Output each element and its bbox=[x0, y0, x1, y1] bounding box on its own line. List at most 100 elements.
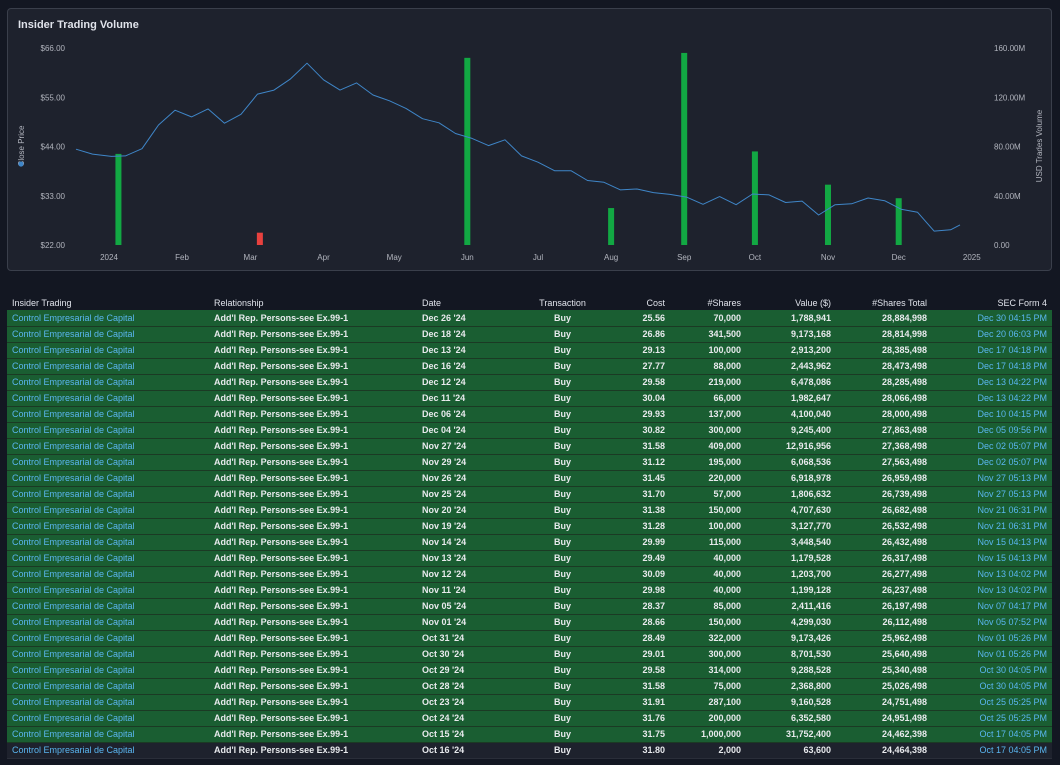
header-date[interactable]: Date bbox=[417, 295, 515, 310]
sec-form-4-link[interactable]: Oct 25 05:25 PM bbox=[979, 713, 1047, 723]
table-row[interactable]: Control Empresarial de Capital Add'l Rep.… bbox=[7, 390, 1052, 407]
sec-form-4-link[interactable]: Nov 15 04:13 PM bbox=[977, 537, 1047, 547]
sec-form-4-link[interactable]: Dec 13 04:22 PM bbox=[977, 393, 1047, 403]
table-row[interactable]: Control Empresarial de Capital Add'l Rep.… bbox=[7, 454, 1052, 471]
x-tick-label: Mar bbox=[244, 253, 258, 262]
insider-name-link[interactable]: Control Empresarial de Capital bbox=[12, 489, 135, 499]
table-row[interactable]: Control Empresarial de Capital Add'l Rep.… bbox=[7, 422, 1052, 439]
insider-name-link[interactable]: Control Empresarial de Capital bbox=[12, 569, 135, 579]
insider-name-link[interactable]: Control Empresarial de Capital bbox=[12, 457, 135, 467]
table-row[interactable]: Control Empresarial de Capital Add'l Rep.… bbox=[7, 326, 1052, 343]
table-row[interactable]: Control Empresarial de Capital Add'l Rep.… bbox=[7, 646, 1052, 663]
insider-name-link[interactable]: Control Empresarial de Capital bbox=[12, 505, 135, 515]
insider-name-link[interactable]: Control Empresarial de Capital bbox=[12, 473, 135, 483]
insider-name-link[interactable]: Control Empresarial de Capital bbox=[12, 377, 135, 387]
sec-form-4-link[interactable]: Nov 21 06:31 PM bbox=[977, 505, 1047, 515]
insider-name-link[interactable]: Control Empresarial de Capital bbox=[12, 697, 135, 707]
sec-form-4-link[interactable]: Oct 30 04:05 PM bbox=[979, 665, 1047, 675]
table-row[interactable]: Control Empresarial de Capital Add'l Rep.… bbox=[7, 486, 1052, 503]
insider-name-link[interactable]: Control Empresarial de Capital bbox=[12, 393, 135, 403]
insider-name-link[interactable]: Control Empresarial de Capital bbox=[12, 729, 135, 739]
insider-name-link[interactable]: Control Empresarial de Capital bbox=[12, 425, 135, 435]
relationship-cell: Add'l Rep. Persons-see Ex.99-1 bbox=[209, 502, 417, 519]
sec-form-4-link[interactable]: Oct 17 04:05 PM bbox=[979, 745, 1047, 755]
insider-name-link[interactable]: Control Empresarial de Capital bbox=[12, 361, 135, 371]
insider-name-link[interactable]: Control Empresarial de Capital bbox=[12, 409, 135, 419]
sec-form-4-link[interactable]: Nov 05 07:52 PM bbox=[977, 617, 1047, 627]
sec-form-4-link[interactable]: Nov 21 06:31 PM bbox=[977, 521, 1047, 531]
date-cell: Nov 20 '24 bbox=[417, 502, 515, 519]
header-shares[interactable]: #Shares bbox=[670, 295, 746, 310]
sec-form-4-link[interactable]: Nov 13 04:02 PM bbox=[977, 585, 1047, 595]
insider-name-link[interactable]: Control Empresarial de Capital bbox=[12, 649, 135, 659]
insider-name-link[interactable]: Control Empresarial de Capital bbox=[12, 633, 135, 643]
header-shares-total[interactable]: #Shares Total bbox=[836, 295, 932, 310]
sec-form-4-link[interactable]: Dec 05 09:56 PM bbox=[977, 425, 1047, 435]
table-row[interactable]: Control Empresarial de Capital Add'l Rep.… bbox=[7, 678, 1052, 695]
sec-form-4-link[interactable]: Oct 25 05:25 PM bbox=[979, 697, 1047, 707]
table-row[interactable]: Control Empresarial de Capital Add'l Rep.… bbox=[7, 598, 1052, 615]
insider-name-link[interactable]: Control Empresarial de Capital bbox=[12, 329, 135, 339]
sec-form-4-link[interactable]: Dec 17 04:18 PM bbox=[977, 361, 1047, 371]
shares-total-cell: 26,432,498 bbox=[836, 534, 932, 551]
table-row[interactable]: Control Empresarial de Capital Add'l Rep.… bbox=[7, 406, 1052, 423]
insider-name-link[interactable]: Control Empresarial de Capital bbox=[12, 713, 135, 723]
insider-name-link[interactable]: Control Empresarial de Capital bbox=[12, 537, 135, 547]
value-cell: 3,127,770 bbox=[746, 518, 836, 535]
table-row[interactable]: Control Empresarial de Capital Add'l Rep.… bbox=[7, 550, 1052, 567]
insider-name-link[interactable]: Control Empresarial de Capital bbox=[12, 553, 135, 563]
table-row[interactable]: Control Empresarial de Capital Add'l Rep.… bbox=[7, 742, 1052, 759]
insider-name-link[interactable]: Control Empresarial de Capital bbox=[12, 441, 135, 451]
sec-form-4-link[interactable]: Nov 01 05:26 PM bbox=[977, 633, 1047, 643]
table-row[interactable]: Control Empresarial de Capital Add'l Rep.… bbox=[7, 566, 1052, 583]
table-row[interactable]: Control Empresarial de Capital Add'l Rep.… bbox=[7, 662, 1052, 679]
header-cost[interactable]: Cost bbox=[610, 295, 670, 310]
sec-form-4-link[interactable]: Dec 13 04:22 PM bbox=[977, 377, 1047, 387]
x-tick-label: Apr bbox=[317, 253, 330, 262]
table-row[interactable]: Control Empresarial de Capital Add'l Rep.… bbox=[7, 582, 1052, 599]
header-insider-trading[interactable]: Insider Trading bbox=[7, 295, 209, 310]
sec-form-4-link[interactable]: Dec 02 05:07 PM bbox=[977, 441, 1047, 451]
table-row[interactable]: Control Empresarial de Capital Add'l Rep.… bbox=[7, 470, 1052, 487]
insider-name-link[interactable]: Control Empresarial de Capital bbox=[12, 521, 135, 531]
table-row[interactable]: Control Empresarial de Capital Add'l Rep.… bbox=[7, 358, 1052, 375]
table-row[interactable]: Control Empresarial de Capital Add'l Rep.… bbox=[7, 502, 1052, 519]
table-row[interactable]: Control Empresarial de Capital Add'l Rep.… bbox=[7, 342, 1052, 359]
insider-name-link[interactable]: Control Empresarial de Capital bbox=[12, 601, 135, 611]
insider-name-link[interactable]: Control Empresarial de Capital bbox=[12, 585, 135, 595]
header-relationship[interactable]: Relationship bbox=[209, 295, 417, 310]
sec-form-4-link[interactable]: Nov 27 05:13 PM bbox=[977, 489, 1047, 499]
header-sec-form-4[interactable]: SEC Form 4 bbox=[932, 295, 1052, 310]
insider-name-link[interactable]: Control Empresarial de Capital bbox=[12, 345, 135, 355]
table-row[interactable]: Control Empresarial de Capital Add'l Rep.… bbox=[7, 374, 1052, 391]
table-row[interactable]: Control Empresarial de Capital Add'l Rep.… bbox=[7, 438, 1052, 455]
sec-form-4-link[interactable]: Dec 02 05:07 PM bbox=[977, 457, 1047, 467]
sec-form-4-link[interactable]: Dec 17 04:18 PM bbox=[977, 345, 1047, 355]
sec-form-4-link[interactable]: Oct 17 04:05 PM bbox=[979, 729, 1047, 739]
sec-form-4-link[interactable]: Oct 30 04:05 PM bbox=[979, 681, 1047, 691]
sec-form-4-link[interactable]: Nov 01 05:26 PM bbox=[977, 649, 1047, 659]
sec-form-4-link[interactable]: Nov 07 04:17 PM bbox=[977, 601, 1047, 611]
insider-name-link[interactable]: Control Empresarial de Capital bbox=[12, 745, 135, 755]
table-row[interactable]: Control Empresarial de Capital Add'l Rep.… bbox=[7, 726, 1052, 743]
header-value[interactable]: Value ($) bbox=[746, 295, 836, 310]
header-transaction[interactable]: Transaction bbox=[515, 295, 610, 310]
sec-form-4-link[interactable]: Nov 15 04:13 PM bbox=[977, 553, 1047, 563]
sec-form-4-link[interactable]: Dec 10 04:15 PM bbox=[977, 409, 1047, 419]
table-row[interactable]: Control Empresarial de Capital Add'l Rep.… bbox=[7, 710, 1052, 727]
insider-name-link[interactable]: Control Empresarial de Capital bbox=[12, 665, 135, 675]
table-row[interactable]: Control Empresarial de Capital Add'l Rep.… bbox=[7, 534, 1052, 551]
sec-form-4-link[interactable]: Nov 27 05:13 PM bbox=[977, 473, 1047, 483]
table-row[interactable]: Control Empresarial de Capital Add'l Rep.… bbox=[7, 694, 1052, 711]
sec-form-4-link[interactable]: Dec 30 04:15 PM bbox=[977, 313, 1047, 323]
table-row[interactable]: Control Empresarial de Capital Add'l Rep.… bbox=[7, 518, 1052, 535]
table-row[interactable]: Control Empresarial de Capital Add'l Rep.… bbox=[7, 310, 1052, 327]
table-row[interactable]: Control Empresarial de Capital Add'l Rep.… bbox=[7, 614, 1052, 631]
insider-name-link[interactable]: Control Empresarial de Capital bbox=[12, 681, 135, 691]
sec-form-4-link[interactable]: Nov 13 04:02 PM bbox=[977, 569, 1047, 579]
insider-name-link[interactable]: Control Empresarial de Capital bbox=[12, 617, 135, 627]
sec-form-4-link[interactable]: Dec 20 06:03 PM bbox=[977, 329, 1047, 339]
table-row[interactable]: Control Empresarial de Capital Add'l Rep.… bbox=[7, 630, 1052, 647]
insider-name-link[interactable]: Control Empresarial de Capital bbox=[12, 313, 135, 323]
value-cell: 12,916,956 bbox=[746, 438, 836, 455]
